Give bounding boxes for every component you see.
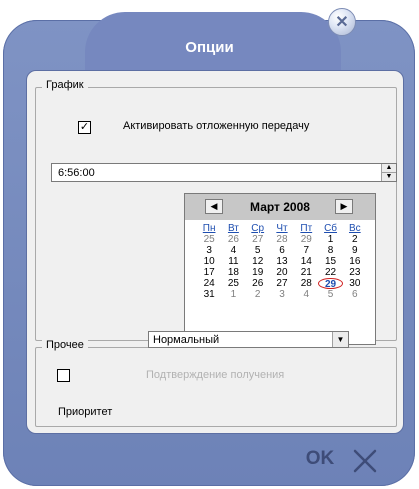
calendar: ◀ Март 2008 ▶ Пн Вт Ср Чт Пт Сб Вс 25 26 27 28 29 1 2… (184, 193, 376, 345)
close-icon: ✕ (335, 14, 349, 31)
calendar-day[interactable]: 15 (318, 256, 342, 267)
calendar-day[interactable]: 18 (221, 267, 245, 278)
priority-label: Приоритет (58, 406, 113, 418)
weekday-row: Пн Вт Ср Чт Пт Сб Вс (197, 223, 367, 234)
calendar-day[interactable]: 22 (318, 267, 342, 278)
time-value: 6:56:00 (58, 167, 95, 179)
schedule-group: График ✓ Активировать отложенную передач… (35, 79, 397, 345)
calendar-day[interactable]: 4 (221, 245, 245, 256)
other-group: Прочее Подтверждение получения Приоритет (35, 339, 397, 427)
calendar-day[interactable]: 26 (221, 234, 245, 245)
priority-select[interactable]: Нормальный ▼ (148, 331, 349, 348)
calendar-day[interactable]: 25 (197, 234, 221, 245)
spin-up-icon[interactable]: ▲ (382, 164, 396, 173)
calendar-day[interactable]: 29 (294, 234, 318, 245)
calendar-day[interactable]: 12 (246, 256, 270, 267)
dialog-title: Опции (185, 39, 234, 56)
weekday-label: Вт (227, 223, 239, 234)
other-legend: Прочее (42, 339, 88, 351)
calendar-day[interactable]: 8 (318, 245, 342, 256)
calendar-day[interactable]: 16 (343, 256, 367, 267)
calendar-day[interactable]: 7 (294, 245, 318, 256)
calendar-day[interactable]: 3 (197, 245, 221, 256)
spin-down-icon[interactable]: ▼ (382, 173, 396, 181)
calendar-day[interactable]: 30 (343, 278, 367, 289)
calendar-day[interactable]: 5 (246, 245, 270, 256)
calendar-day[interactable]: 20 (270, 267, 294, 278)
calendar-header: ◀ Март 2008 ▶ (185, 194, 375, 220)
weekday-label: Чт (276, 223, 288, 234)
calendar-day[interactable]: 27 (246, 234, 270, 245)
calendar-day[interactable]: 1 (221, 289, 245, 300)
calendar-day[interactable]: 11 (221, 256, 245, 267)
calendar-day[interactable]: 28 (294, 278, 318, 289)
calendar-day[interactable]: 19 (246, 267, 270, 278)
calendar-day[interactable]: 13 (270, 256, 294, 267)
calendar-day[interactable]: 21 (294, 267, 318, 278)
calendar-week-row: 24 25 26 27 28 29 30 (197, 278, 367, 290)
weekday-label: Сб (324, 223, 338, 234)
calendar-day[interactable]: 4 (294, 289, 318, 300)
schedule-legend: График (42, 79, 88, 91)
weekday-label: Пт (300, 223, 313, 234)
calendar-day[interactable]: 2 (246, 289, 270, 300)
calendar-day[interactable]: 1 (318, 234, 342, 245)
weekday-label: Пн (202, 223, 216, 234)
confirm-receipt-checkbox[interactable] (57, 369, 70, 382)
checkmark-icon: ✓ (79, 121, 90, 133)
calendar-day[interactable]: 28 (270, 234, 294, 245)
priority-value: Нормальный (153, 334, 220, 346)
calendar-week-row: 25 26 27 28 29 1 2 (197, 234, 367, 245)
calendar-week-row: 17 18 19 20 21 22 23 (197, 267, 367, 278)
calendar-day[interactable]: 14 (294, 256, 318, 267)
calendar-week-row: 31 1 2 3 4 5 6 (197, 289, 367, 300)
calendar-day[interactable]: 6 (343, 289, 367, 300)
calendar-day[interactable]: 17 (197, 267, 221, 278)
options-panel: График ✓ Активировать отложенную передач… (26, 70, 404, 434)
calendar-day[interactable]: 5 (318, 289, 342, 300)
calendar-grid: Пн Вт Ср Чт Пт Сб Вс 25 26 27 28 29 1 2 3 4 5 6 7 8 9 10 11 12 1… (197, 223, 367, 300)
calendar-day[interactable]: 26 (246, 278, 270, 289)
ok-button[interactable]: OK (304, 446, 336, 472)
weekday-label: Ср (251, 223, 265, 234)
calendar-day[interactable]: 23 (343, 267, 367, 278)
confirm-receipt-label: Подтверждение получения (146, 369, 285, 381)
calendar-day[interactable]: 6 (270, 245, 294, 256)
calendar-day[interactable]: 24 (197, 278, 221, 289)
close-button[interactable]: ✕ (328, 8, 356, 36)
next-month-button[interactable]: ▶ (335, 199, 353, 214)
chevron-down-icon[interactable]: ▼ (332, 332, 348, 347)
calendar-day[interactable]: 10 (197, 256, 221, 267)
time-input[interactable]: 6:56:00 ▲ ▼ (51, 163, 397, 182)
calendar-day[interactable]: 25 (221, 278, 245, 289)
calendar-day[interactable]: 31 (197, 289, 221, 300)
next-icon: ▶ (340, 201, 348, 211)
calendar-day[interactable]: 27 (270, 278, 294, 289)
calendar-day[interactable]: 2 (343, 234, 367, 245)
calendar-week-row: 3456789 (197, 245, 367, 256)
calendar-day[interactable]: 3 (270, 289, 294, 300)
activate-delayed-label: Активировать отложенную передачу (123, 120, 310, 132)
cancel-icon (353, 449, 377, 473)
cancel-button[interactable] (350, 446, 380, 476)
calendar-day[interactable]: 9 (343, 245, 367, 256)
activate-delayed-checkbox[interactable]: ✓ (78, 121, 91, 134)
weekday-label: Вс (348, 223, 361, 234)
calendar-week-row: 10 11 12 13 14 15 16 (197, 256, 367, 267)
time-spinner[interactable]: ▲ ▼ (381, 164, 396, 181)
calendar-day[interactable]: 29 (318, 278, 343, 290)
